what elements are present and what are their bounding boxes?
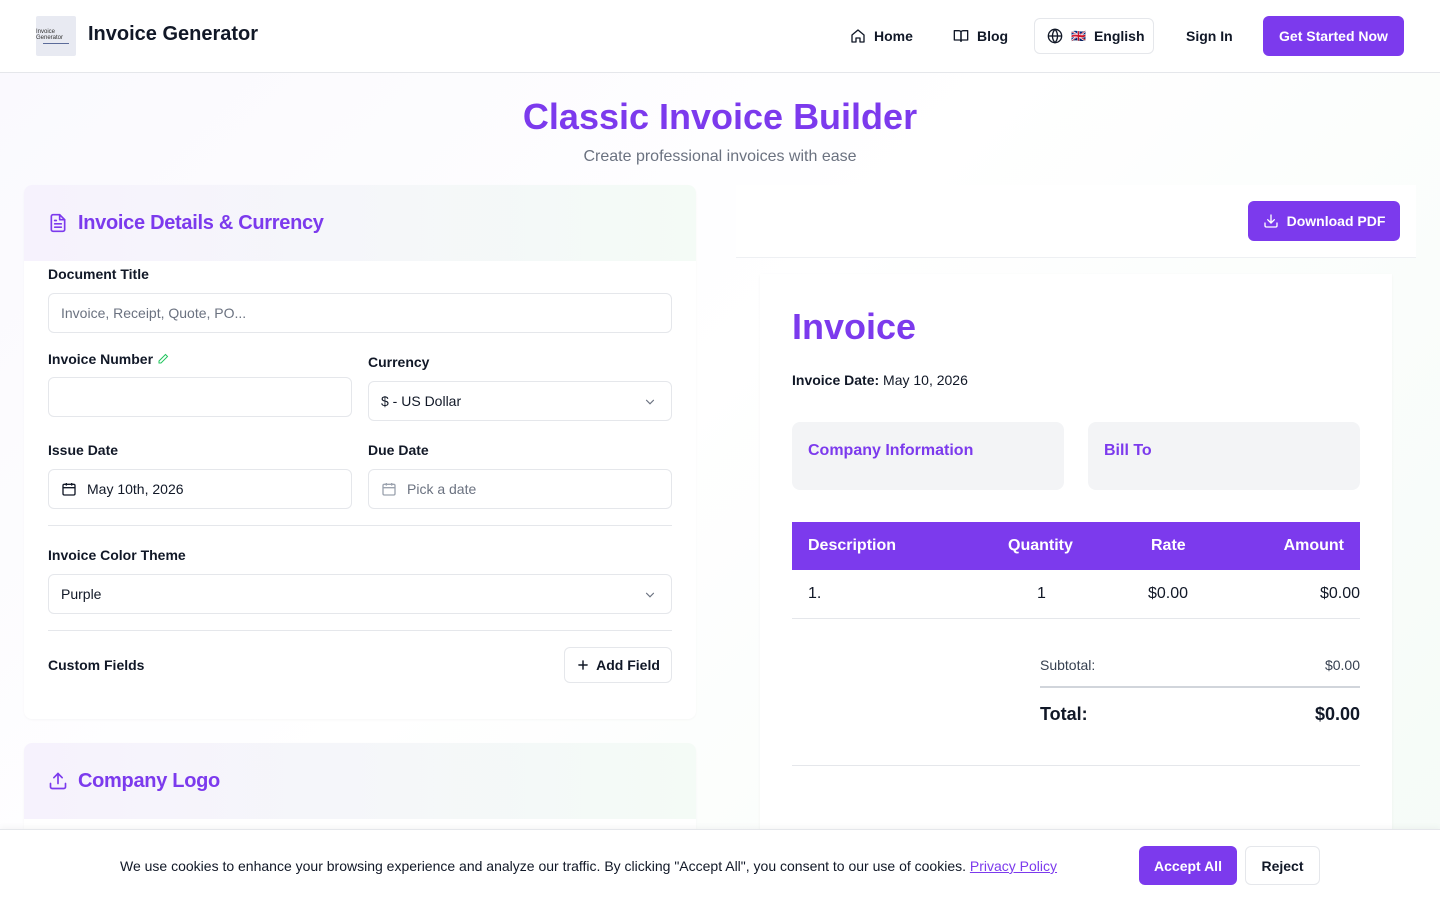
col-description: Description <box>808 537 897 554</box>
add-field-button[interactable]: Add Field <box>564 647 672 683</box>
invoice-date-value: May 10, 2026 <box>883 372 968 388</box>
download-pdf-button[interactable]: Download PDF <box>1248 201 1400 241</box>
table-row[interactable]: 1. 1 $0.00 $0.00 <box>792 570 1360 619</box>
subtotal-value: $0.00 <box>1324 657 1360 673</box>
nav-home[interactable]: Home <box>850 18 913 54</box>
book-open-icon <box>953 30 969 42</box>
pencil-icon[interactable] <box>157 353 169 365</box>
reject-button[interactable]: Reject <box>1245 846 1320 885</box>
total-label: Total: <box>1040 704 1088 724</box>
color-theme-value: Purple <box>61 586 102 602</box>
custom-fields-label: Custom Fields <box>48 657 145 673</box>
invoice-number-label-row: Invoice Number <box>48 351 169 367</box>
sign-in-label: Sign In <box>1186 28 1233 44</box>
download-pdf-label: Download PDF <box>1286 213 1386 229</box>
upload-icon <box>49 772 67 790</box>
page-subtitle: Create professional invoices with ease <box>583 148 857 165</box>
logo-text: Invoice Generator <box>36 28 64 41</box>
row-quantity: 1 <box>1037 585 1046 602</box>
divider <box>48 525 672 526</box>
subtotal-label: Subtotal: <box>1040 657 1096 673</box>
invoice-preview-title: Invoice <box>792 306 917 347</box>
issue-date-picker[interactable]: May 10th, 2026 <box>48 469 352 509</box>
row-amount: $0.00 <box>1319 585 1360 602</box>
download-icon <box>1263 214 1278 228</box>
sign-in-link[interactable]: Sign In <box>1186 18 1233 54</box>
top-header: Invoice Generator Invoice Generator Home… <box>0 0 1440 73</box>
issue-date-value: May 10th, 2026 <box>87 481 184 497</box>
logo[interactable]: Invoice Generator <box>36 16 76 56</box>
total-value: $0.00 <box>1314 704 1360 724</box>
items-table-header: Description Quantity Rate Amount <box>792 522 1360 570</box>
accept-all-button[interactable]: Accept All <box>1139 846 1237 885</box>
page-title: Classic Invoice Builder <box>522 96 918 137</box>
globe-icon <box>1047 28 1063 44</box>
privacy-policy-link[interactable]: Privacy Policy <box>970 858 1057 874</box>
totals-divider <box>1040 686 1360 688</box>
brand-name[interactable]: Invoice Generator <box>88 23 258 46</box>
uk-flag-icon: 🇬🇧 <box>1071 29 1086 43</box>
language-selector[interactable]: 🇬🇧 English <box>1034 18 1154 54</box>
invoice-details-card: Invoice Details & Currency Document Titl… <box>24 185 696 719</box>
company-information-box[interactable]: Company Information <box>792 422 1064 490</box>
color-theme-select[interactable]: Purple <box>48 574 672 614</box>
currency-select[interactable]: $ - US Dollar <box>368 381 672 421</box>
invoice-number-label: Invoice Number <box>48 351 154 367</box>
divider <box>792 765 1360 766</box>
col-amount: Amount <box>1283 537 1344 554</box>
company-information-label: Company Information <box>808 442 974 459</box>
row-rate: $0.00 <box>1148 585 1189 602</box>
nav-blog-label: Blog <box>977 28 1009 44</box>
invoice-date: Invoice Date: May 10, 2026 <box>792 372 968 388</box>
calendar-icon <box>62 483 76 496</box>
invoice-details-title: Invoice Details & Currency <box>78 211 324 234</box>
cookie-text: We use cookies to enhance your browsing … <box>120 858 966 874</box>
document-title-label: Document Title <box>48 266 149 282</box>
cookie-message: We use cookies to enhance your browsing … <box>120 858 1057 874</box>
language-label: English <box>1093 28 1145 44</box>
nav-blog[interactable]: Blog <box>953 18 1008 54</box>
col-rate: Rate <box>1151 537 1186 554</box>
due-date-placeholder: Pick a date <box>407 481 477 497</box>
document-icon <box>50 213 66 233</box>
invoice-date-label: Invoice Date: <box>792 372 880 388</box>
company-logo-title: Company Logo <box>78 769 220 792</box>
currency-label: Currency <box>368 354 430 370</box>
invoice-preview: Invoice Invoice Date: May 10, 2026 Compa… <box>760 274 1392 900</box>
home-icon <box>851 29 865 43</box>
invoice-number-input[interactable] <box>48 377 352 417</box>
row-description: 1. <box>808 585 822 602</box>
due-date-label: Due Date <box>368 442 429 458</box>
company-logo-header: Company Logo <box>24 743 696 819</box>
document-title-input[interactable]: Invoice, Receipt, Quote, PO... <box>48 293 672 333</box>
bill-to-label: Bill To <box>1104 442 1152 459</box>
due-date-picker[interactable]: Pick a date <box>368 469 672 509</box>
currency-value: $ - US Dollar <box>381 393 462 409</box>
get-started-button[interactable]: Get Started Now <box>1263 16 1404 56</box>
col-quantity: Quantity <box>1008 537 1073 554</box>
invoice-details-header: Invoice Details & Currency <box>24 185 696 261</box>
color-theme-label: Invoice Color Theme <box>48 547 186 563</box>
nav-home-label: Home <box>874 28 913 44</box>
divider <box>48 630 672 631</box>
plus-icon <box>578 660 588 670</box>
chevron-down-icon <box>645 399 655 405</box>
bill-to-box[interactable]: Bill To <box>1088 422 1360 490</box>
document-title-placeholder: Invoice, Receipt, Quote, PO... <box>61 305 247 321</box>
cookie-banner: We use cookies to enhance your browsing … <box>0 829 1440 900</box>
preview-toolbar: Download PDF <box>736 185 1416 258</box>
add-field-label: Add Field <box>596 657 660 673</box>
chevron-down-icon <box>645 592 655 598</box>
calendar-icon <box>382 483 396 496</box>
issue-date-label: Issue Date <box>48 442 119 458</box>
